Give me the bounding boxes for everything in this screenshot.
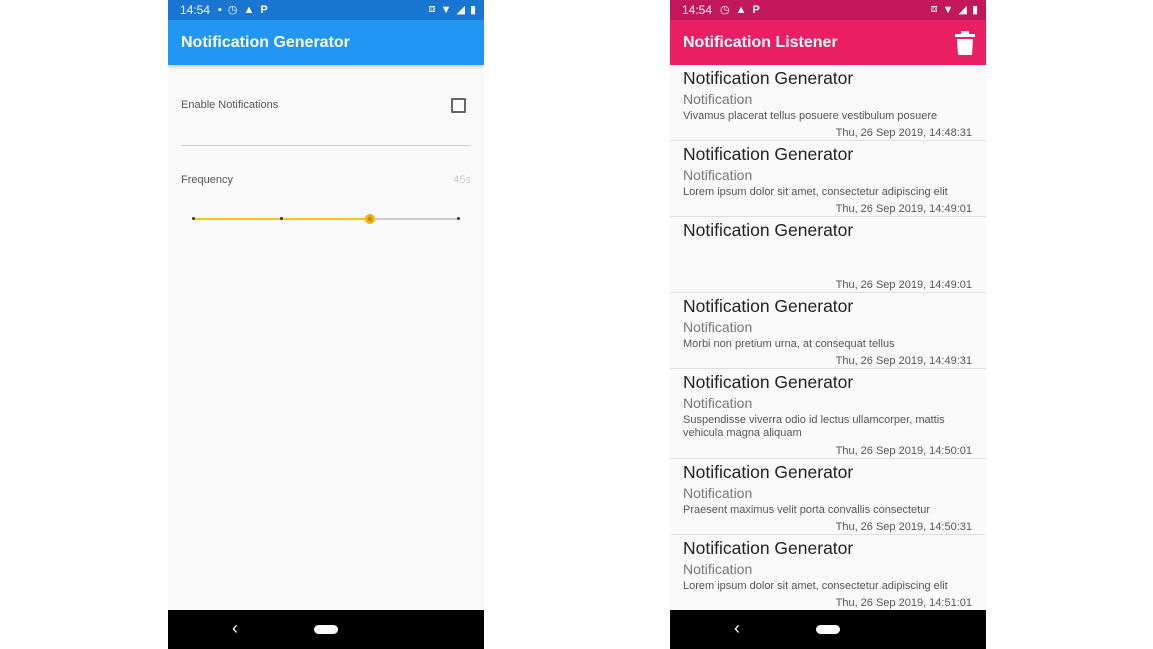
notification-body: Praesent maximus velit porta convallis c… bbox=[683, 504, 930, 516]
notification-item[interactable]: Notification Generator Thu, 26 Sep 2019, … bbox=[670, 217, 986, 293]
battery-icon: ▮ bbox=[971, 4, 978, 16]
slider-tick bbox=[192, 217, 195, 220]
frequency-value: 45s bbox=[453, 174, 471, 186]
parking-icon: P bbox=[752, 3, 760, 16]
notification-body: Morbi non pretium urna, at consequat tel… bbox=[683, 338, 895, 350]
notification-body: Lorem ipsum dolor sit amet, consectetur … bbox=[683, 580, 948, 592]
notification-subtitle: Notification bbox=[683, 561, 753, 577]
notification-body: Vivamus placerat tellus posuere vestibul… bbox=[683, 110, 938, 122]
notification-body: Lorem ipsum dolor sit amet, consectetur … bbox=[683, 186, 948, 198]
divider bbox=[181, 145, 471, 146]
app-bar: Notification Listener bbox=[670, 20, 986, 65]
battery-icon: ▮ bbox=[469, 4, 476, 16]
app-title: Notification Generator bbox=[181, 34, 350, 51]
vibrate-icon: ⧈ bbox=[930, 3, 938, 15]
notification-title: Notification Generator bbox=[683, 538, 854, 558]
notification-item[interactable]: Notification Generator Notification Lorem … bbox=[670, 535, 986, 611]
navigation-bar: ‹ bbox=[670, 610, 986, 649]
status-time: 14:54 bbox=[180, 3, 211, 17]
status-time: 14:54 bbox=[682, 3, 713, 17]
notification-date: Thu, 26 Sep 2019, 14:50:01 bbox=[835, 445, 972, 457]
enable-notifications-label: Enable Notifications bbox=[181, 99, 279, 111]
wifi-icon: ▼ bbox=[440, 3, 452, 16]
notification-title: Notification Generator bbox=[683, 68, 854, 88]
wifi-icon: ▼ bbox=[942, 3, 954, 16]
frequency-label: Frequency bbox=[181, 174, 233, 186]
slider-tick bbox=[457, 217, 460, 220]
notification-list: Notification Generator Notification Vivamu… bbox=[670, 65, 986, 611]
listener-screen: 14:54 ◷ ▲ P ⧈ ▼ ◢ ▮ Notification Listene… bbox=[670, 0, 986, 649]
navigation-bar: ‹ bbox=[168, 610, 484, 649]
notification-item[interactable]: Notification Generator Notification Praese… bbox=[670, 459, 986, 535]
notification-item[interactable]: Notification Generator Notification Suspen… bbox=[670, 369, 986, 459]
home-button[interactable] bbox=[314, 625, 338, 634]
signal-icon: ◢ bbox=[958, 4, 967, 16]
status-bar: 14:54 ▪ ◷ ▲ P ⧈ ▼ ◢ ▮ bbox=[168, 0, 484, 20]
notification-title: Notification Generator bbox=[683, 144, 854, 164]
back-icon[interactable]: ‹ bbox=[232, 618, 238, 639]
app-title: Notification Listener bbox=[683, 34, 838, 51]
alarm-icon: ◷ bbox=[227, 4, 238, 16]
notification-date: Thu, 26 Sep 2019, 14:49:31 bbox=[835, 355, 972, 367]
alarm-icon: ◷ bbox=[720, 4, 730, 16]
notification-date: Thu, 26 Sep 2019, 14:49:01 bbox=[835, 279, 972, 291]
back-icon[interactable]: ‹ bbox=[734, 618, 740, 639]
notification-date: Thu, 26 Sep 2019, 14:50:31 bbox=[835, 521, 972, 533]
warning-icon: ▲ bbox=[243, 3, 255, 16]
notification-body: Suspendisse viverra odio id lectus ullam… bbox=[683, 414, 945, 439]
notification-subtitle: Notification bbox=[683, 91, 753, 107]
notification-date: Thu, 26 Sep 2019, 14:49:01 bbox=[835, 203, 972, 215]
notification-title: Notification Generator bbox=[683, 220, 854, 240]
enable-notifications-checkbox[interactable] bbox=[451, 98, 466, 113]
notification-title: Notification Generator bbox=[683, 296, 854, 316]
notification-title: Notification Generator bbox=[683, 372, 854, 392]
slider-thumb[interactable] bbox=[364, 214, 375, 224]
notification-subtitle: Notification bbox=[683, 395, 753, 411]
notification-subtitle: Notification bbox=[683, 319, 753, 335]
image-icon: ▪ bbox=[218, 3, 222, 16]
frequency-slider[interactable] bbox=[192, 210, 460, 228]
signal-icon: ◢ bbox=[456, 4, 465, 16]
notification-subtitle: Notification bbox=[683, 485, 753, 501]
notification-date: Thu, 26 Sep 2019, 14:51:01 bbox=[835, 597, 972, 609]
notification-item[interactable]: Notification Generator Notification Vivamu… bbox=[670, 65, 986, 141]
home-button[interactable] bbox=[816, 625, 840, 634]
app-bar: Notification Generator bbox=[168, 20, 484, 65]
trash-icon[interactable] bbox=[955, 31, 975, 55]
generator-screen: 14:54 ▪ ◷ ▲ P ⧈ ▼ ◢ ▮ Notification Gener… bbox=[168, 0, 484, 649]
notification-item[interactable]: Notification Generator Notification Morbi … bbox=[670, 293, 986, 369]
warning-icon: ▲ bbox=[735, 3, 747, 16]
notification-item[interactable]: Notification Generator Notification Lorem … bbox=[670, 141, 986, 217]
notification-title: Notification Generator bbox=[683, 462, 854, 482]
notification-subtitle: Notification bbox=[683, 167, 753, 183]
notification-date: Thu, 26 Sep 2019, 14:48:31 bbox=[835, 127, 972, 139]
vibrate-icon: ⧈ bbox=[428, 3, 436, 15]
status-bar: 14:54 ◷ ▲ P ⧈ ▼ ◢ ▮ bbox=[670, 0, 986, 20]
parking-icon: P bbox=[260, 3, 268, 16]
